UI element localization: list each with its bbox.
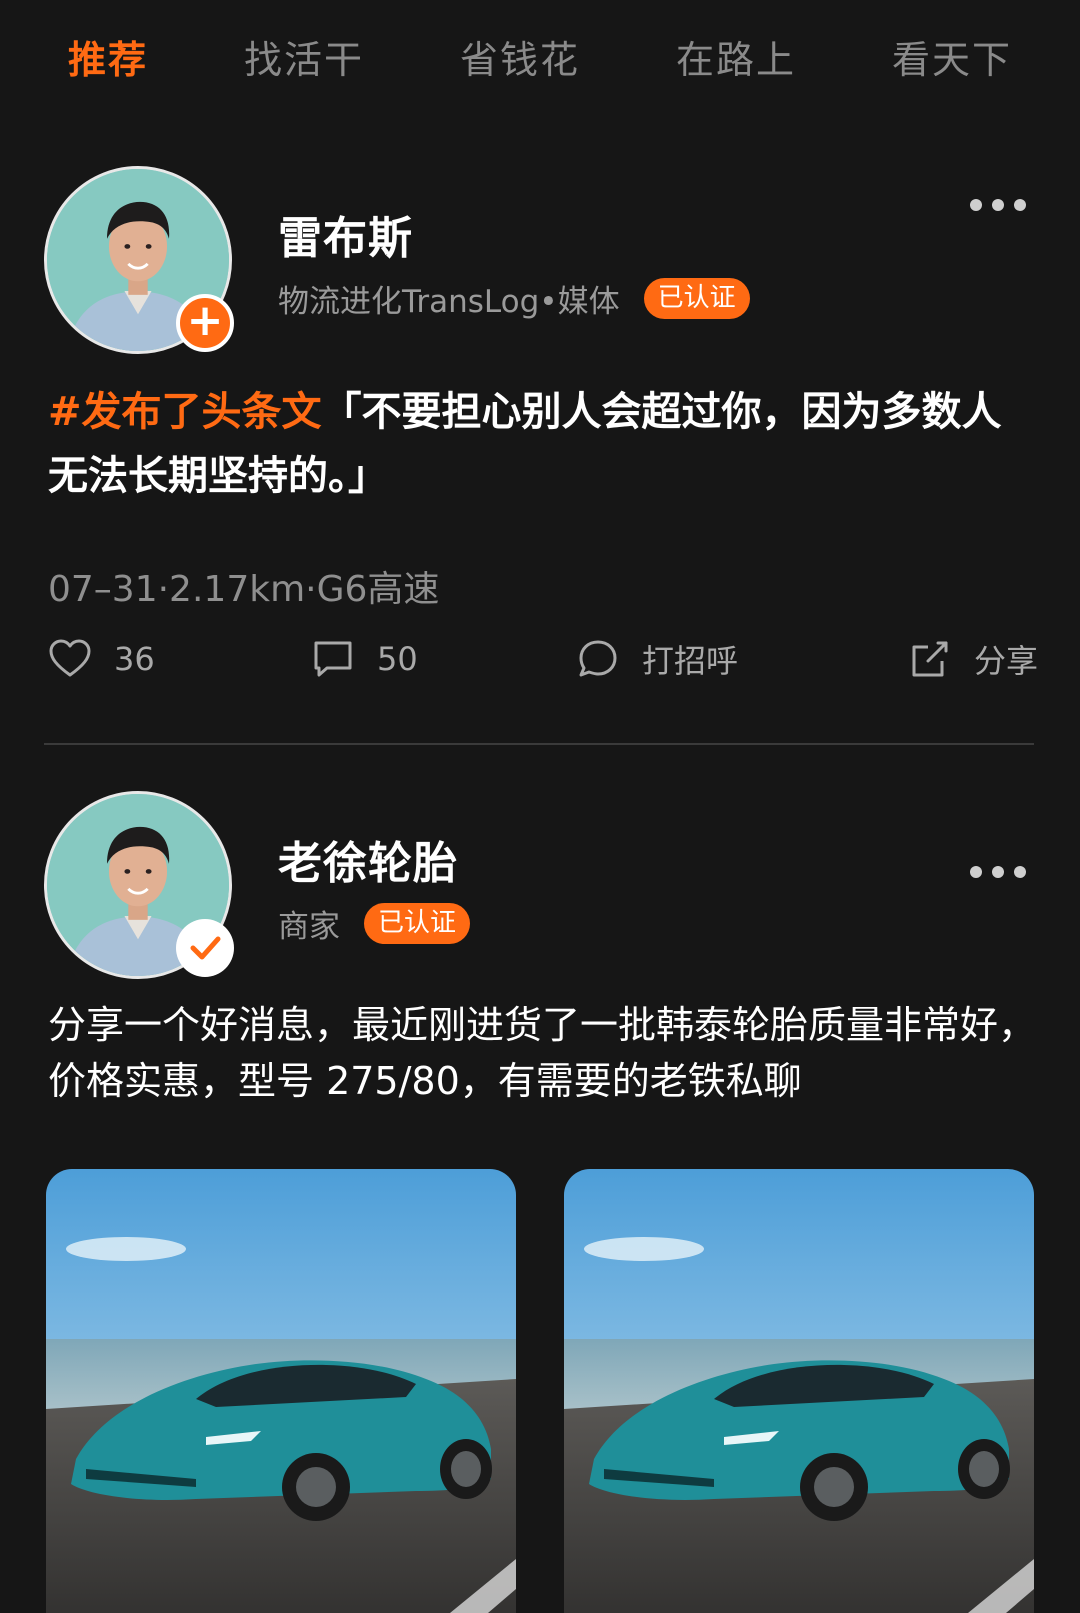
author-avatar[interactable]: + bbox=[44, 166, 234, 354]
post-info: 07–31·2.17km·G6高速 bbox=[48, 569, 440, 610]
comment-count: 50 bbox=[377, 640, 418, 678]
comment-icon bbox=[314, 641, 352, 677]
share-label: 分享 bbox=[973, 642, 1038, 680]
tab-recommend[interactable]: 推荐 bbox=[68, 41, 148, 79]
follow-plus-button[interactable]: + bbox=[176, 294, 234, 352]
like-count: 36 bbox=[114, 640, 155, 678]
verified-badge: 已认证 bbox=[364, 902, 471, 945]
following-check-badge[interactable] bbox=[176, 919, 234, 977]
author-meta: 物流进化TransLog•媒体 已认证 bbox=[278, 276, 750, 321]
post-actions: 36 50 打招呼 分享 bbox=[48, 634, 1038, 684]
more-dot-icon bbox=[992, 866, 1004, 878]
car-photo-image bbox=[46, 1169, 516, 1613]
car-photo-image bbox=[564, 1169, 1034, 1613]
check-icon bbox=[190, 936, 221, 960]
share-button[interactable]: 分享 bbox=[908, 636, 1038, 682]
like-button[interactable]: 36 bbox=[48, 637, 155, 681]
chat-bubble-icon bbox=[579, 640, 617, 677]
more-dot-icon bbox=[970, 199, 982, 211]
category-tabs: 推荐 找活干 省钱花 在路上 看天下 bbox=[0, 0, 1080, 120]
feed-page: 推荐 找活干 省钱花 在路上 看天下 + 雷布斯 物流进化TransLog•媒体… bbox=[0, 0, 1080, 1613]
author-subtitle: 商家 bbox=[278, 909, 340, 945]
more-dot-icon bbox=[970, 866, 982, 878]
author-name[interactable]: 老徐轮胎 bbox=[278, 827, 458, 891]
comment-button[interactable]: 50 bbox=[311, 637, 418, 681]
verified-badge: 已认证 bbox=[643, 277, 750, 320]
greet-button[interactable]: 打招呼 bbox=[576, 636, 738, 682]
tab-find-work[interactable]: 找活干 bbox=[244, 41, 364, 79]
author-avatar[interactable] bbox=[44, 791, 234, 979]
post-photos bbox=[46, 1169, 1036, 1613]
plus-icon: + bbox=[186, 295, 224, 346]
heart-icon bbox=[49, 639, 91, 677]
post-content[interactable]: 分享一个好消息，最近刚进货了一批韩泰轮胎质量非常好，价格实惠，型号 275/80… bbox=[48, 997, 1038, 1109]
more-options-button[interactable] bbox=[970, 857, 1026, 887]
author-subtitle: 物流进化TransLog•媒体 bbox=[278, 284, 620, 320]
post-photo[interactable] bbox=[564, 1169, 1034, 1613]
post-divider bbox=[44, 743, 1034, 745]
share-icon bbox=[912, 641, 948, 677]
greet-label: 打招呼 bbox=[642, 642, 739, 680]
tab-on-the-road[interactable]: 在路上 bbox=[676, 41, 796, 79]
tab-save-money[interactable]: 省钱花 bbox=[460, 41, 580, 79]
more-dot-icon bbox=[1014, 866, 1026, 878]
author-meta: 商家 已认证 bbox=[278, 901, 471, 946]
post-content[interactable]: #发布了头条文「不要担心别人会超过你，因为多数人无法长期坚持的。」 bbox=[48, 380, 1038, 508]
more-dot-icon bbox=[992, 199, 1004, 211]
more-options-button[interactable] bbox=[970, 190, 1026, 220]
tab-world[interactable]: 看天下 bbox=[892, 41, 1012, 79]
post-hashtag[interactable]: #发布了头条文 bbox=[48, 389, 322, 435]
post-photo[interactable] bbox=[46, 1169, 516, 1613]
more-dot-icon bbox=[1014, 199, 1026, 211]
author-name[interactable]: 雷布斯 bbox=[278, 202, 413, 266]
